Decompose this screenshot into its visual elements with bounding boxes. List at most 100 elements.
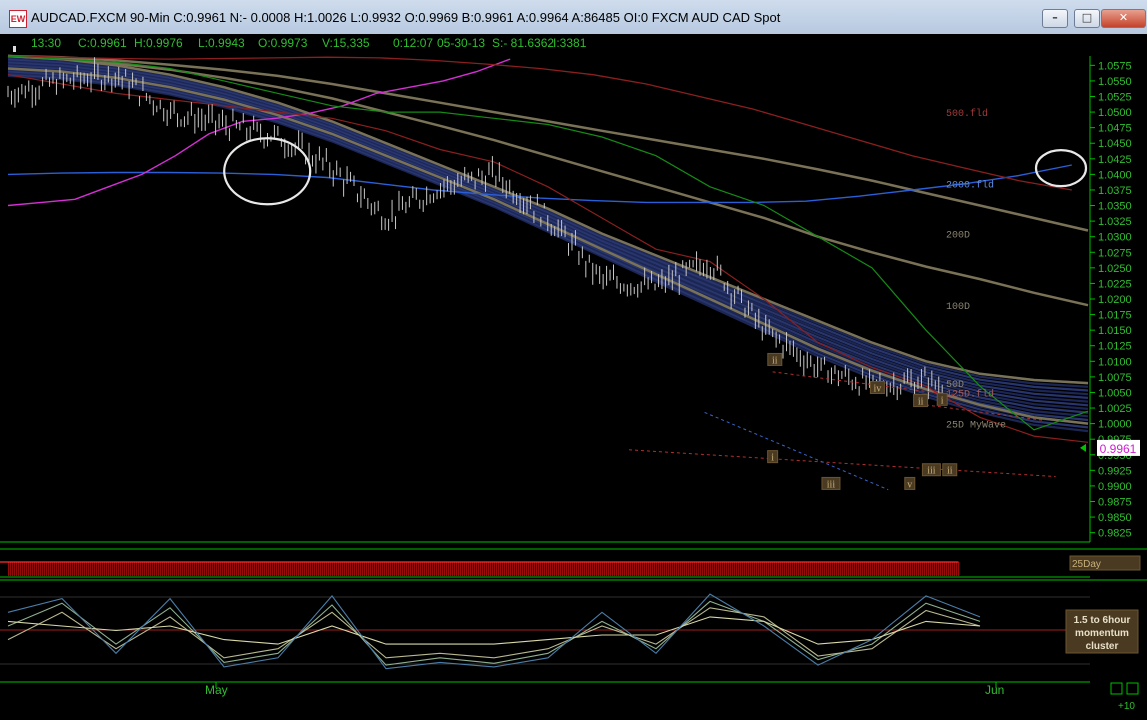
- heat-cell: [926, 562, 928, 576]
- heat-cell: [786, 562, 788, 576]
- heat-cell: [580, 562, 582, 576]
- info-field-0: 13:30: [31, 36, 61, 50]
- heat-cell: [180, 562, 182, 576]
- wave-label: iv: [874, 383, 882, 394]
- heat-cell: [808, 562, 810, 576]
- heat-cell: [130, 562, 132, 576]
- heat-cell: [450, 562, 452, 576]
- price-chart[interactable]: 13:30 C:0.9961 H:0.9976 L:0.9943 O:0.9973 V:1…: [0, 34, 1147, 720]
- heat-cell: [820, 562, 822, 576]
- heat-cell: [858, 562, 860, 576]
- heat-cell: [668, 562, 670, 576]
- minimize-button[interactable]: –: [1042, 9, 1068, 28]
- last-price-label: 0.9961: [1100, 442, 1137, 456]
- heat-cell: [850, 562, 852, 576]
- heat-cell: [380, 562, 382, 576]
- heat-cell: [36, 562, 38, 576]
- heat-cell: [38, 562, 40, 576]
- heat-cell: [44, 562, 46, 576]
- heat-cell: [558, 562, 560, 576]
- heat-cell: [170, 562, 172, 576]
- heat-cell: [954, 562, 956, 576]
- heat-cell: [826, 562, 828, 576]
- heat-cell: [334, 562, 336, 576]
- y-tick-label: 1.0300: [1098, 232, 1132, 244]
- heat-cell: [578, 562, 580, 576]
- heat-cell: [424, 562, 426, 576]
- heat-cell: [664, 562, 666, 576]
- heat-cell: [120, 562, 122, 576]
- heat-cell: [172, 562, 174, 576]
- title-bar[interactable]: EW AUDCAD.FXCM 90-Min C:0.9961 N:- 0.000…: [0, 0, 1147, 35]
- heat-cell: [896, 562, 898, 576]
- heat-cell: [76, 562, 78, 576]
- heat-cell: [308, 562, 310, 576]
- y-tick-label: 1.0225: [1098, 278, 1132, 290]
- heat-cell: [952, 562, 954, 576]
- heat-cell: [126, 562, 128, 576]
- heat-cell: [798, 562, 800, 576]
- heat-cell: [866, 562, 868, 576]
- heat-cell: [704, 562, 706, 576]
- heat-cell: [398, 562, 400, 576]
- heat-cell: [440, 562, 442, 576]
- heat-cell: [64, 562, 66, 576]
- y-tick-label: 1.0025: [1098, 403, 1132, 415]
- heat-cell: [140, 562, 142, 576]
- heat-cell: [144, 562, 146, 576]
- heat-cell: [936, 562, 938, 576]
- heat-cell: [938, 562, 940, 576]
- heat-cell: [116, 562, 118, 576]
- y-tick-label: 1.0100: [1098, 356, 1132, 368]
- heat-cell: [394, 562, 396, 576]
- heat-cell: [256, 562, 258, 576]
- heat-cell: [928, 562, 930, 576]
- heat-cell: [48, 562, 50, 576]
- info-field-4: O:0.9973: [258, 36, 308, 50]
- heat-cell: [822, 562, 824, 576]
- heat-cell: [682, 562, 684, 576]
- heat-cell: [182, 562, 184, 576]
- heat-cell: [32, 562, 34, 576]
- heat-cell: [196, 562, 198, 576]
- heat-cell: [710, 562, 712, 576]
- heat-cell: [370, 562, 372, 576]
- heat-cell: [476, 562, 478, 576]
- heat-cell: [112, 562, 114, 576]
- app-icon[interactable]: EW: [9, 10, 27, 28]
- heat-cell: [470, 562, 472, 576]
- heat-cell: [368, 562, 370, 576]
- heat-cell: [750, 562, 752, 576]
- momentum-legend-line: 1.5 to 6hour: [1074, 615, 1131, 626]
- heat-cell: [564, 562, 566, 576]
- heat-cell: [516, 562, 518, 576]
- heat-cell: [744, 562, 746, 576]
- heat-cell: [316, 562, 318, 576]
- heat-cell: [258, 562, 260, 576]
- label-125d-fld: 125D.fld: [946, 388, 994, 400]
- heat-cell: [488, 562, 490, 576]
- heat-cell: [208, 562, 210, 576]
- heat-cell: [828, 562, 830, 576]
- heat-cell: [108, 562, 110, 576]
- heat-cell: [490, 562, 492, 576]
- heat-cell: [716, 562, 718, 576]
- heat-cell: [400, 562, 402, 576]
- heat-cell: [154, 562, 156, 576]
- heat-cell: [212, 562, 214, 576]
- heat-cell: [92, 562, 94, 576]
- heat-cell: [546, 562, 548, 576]
- heat-cell: [772, 562, 774, 576]
- heat-cell: [632, 562, 634, 576]
- close-button[interactable]: ✕: [1101, 9, 1146, 28]
- heat-cell: [206, 562, 208, 576]
- maximize-button[interactable]: □: [1074, 9, 1100, 28]
- heat-cell: [918, 562, 920, 576]
- heat-cell: [512, 562, 514, 576]
- x-label-jun: Jun: [985, 683, 1004, 697]
- heat-cell: [410, 562, 412, 576]
- heat-cell: [574, 562, 576, 576]
- heat-cell: [566, 562, 568, 576]
- heat-cell: [178, 562, 180, 576]
- heat-cell: [142, 562, 144, 576]
